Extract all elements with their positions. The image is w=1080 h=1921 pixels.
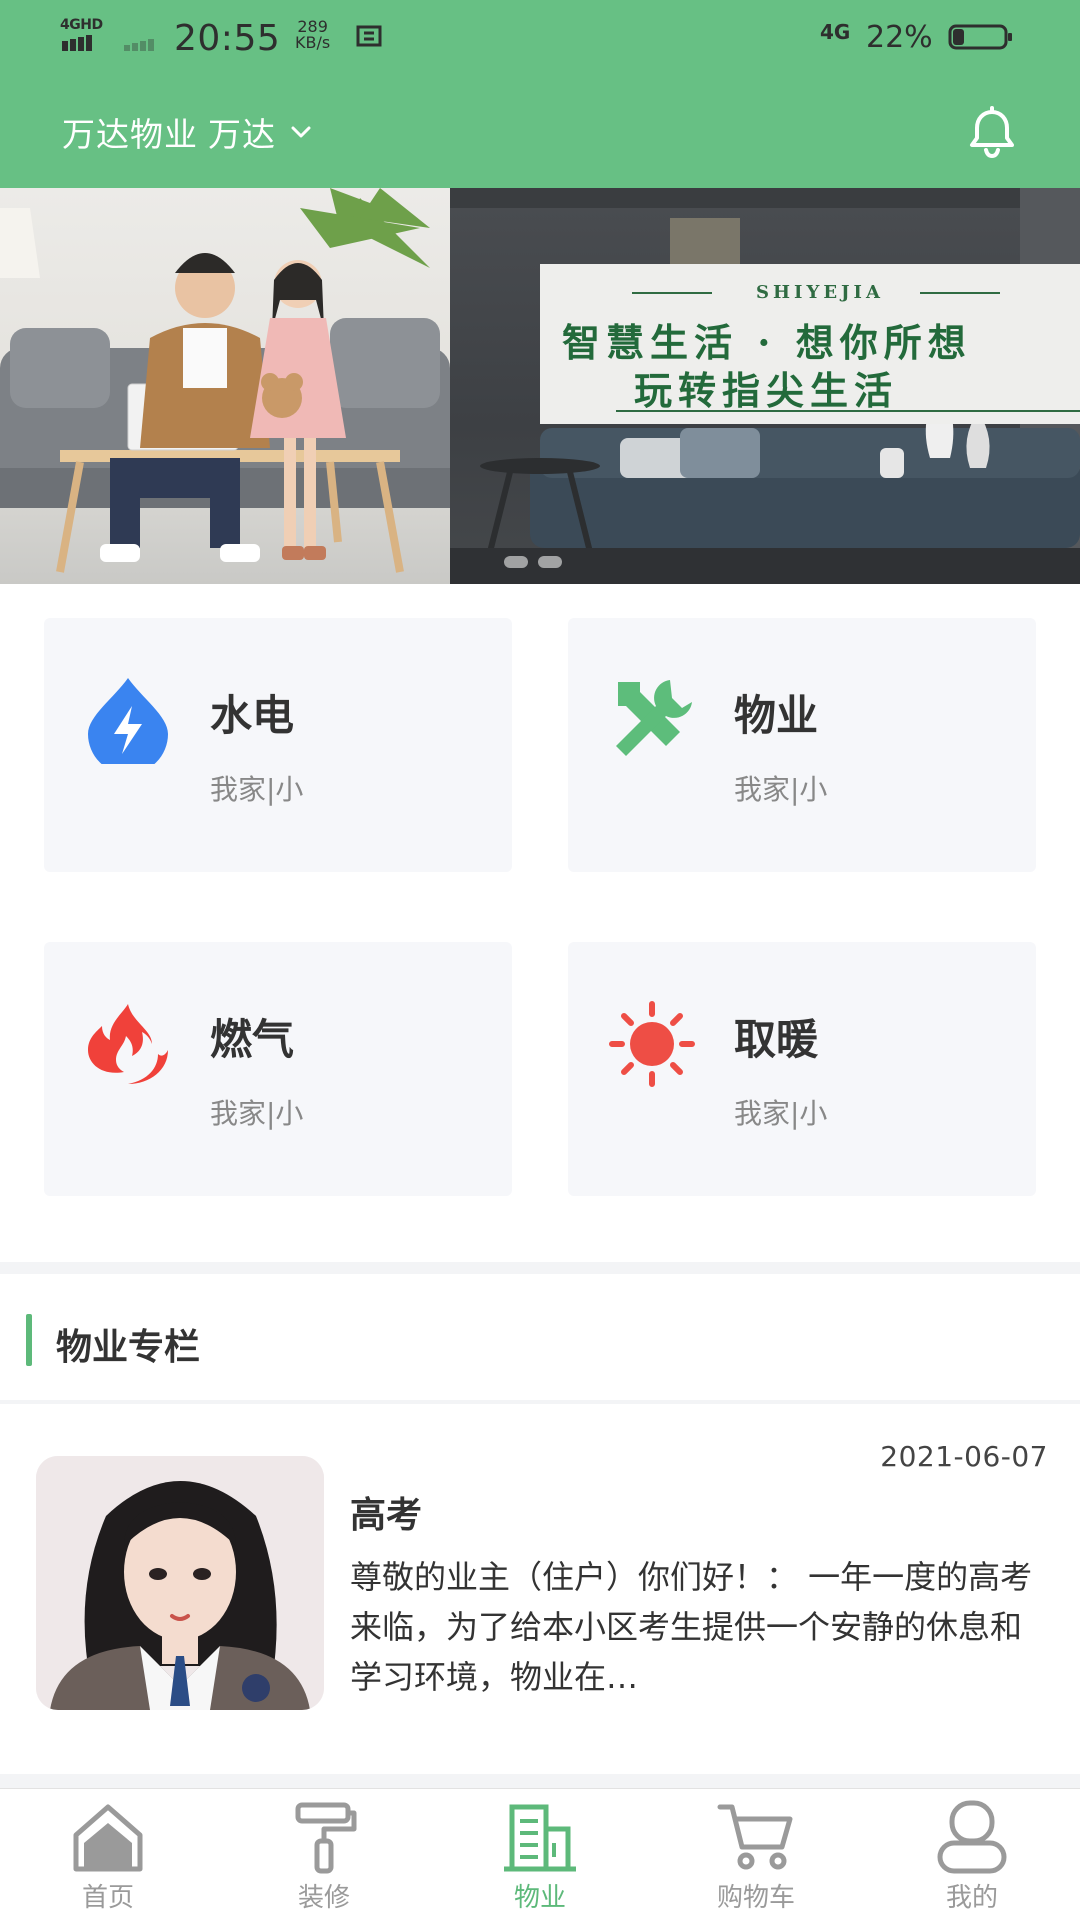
- service-card-water-electric[interactable]: 水电 我家|小: [44, 618, 512, 872]
- flame-icon: [88, 1004, 168, 1084]
- article-item[interactable]: 2021-06-07 高考 尊敬的业主（住户）你们好！： 一年一度的高考来临，为…: [0, 1404, 1080, 1774]
- service-subtitle: 我家|小: [210, 773, 304, 806]
- building-icon: [504, 1804, 576, 1872]
- tab-label: 我的: [945, 1883, 998, 1913]
- tools-icon: [616, 680, 692, 756]
- service-subtitle: 我家|小: [210, 1097, 304, 1130]
- banner-sign-line1: 智慧生活 · 想你所想: [562, 320, 972, 365]
- app-header: 4GHD 20:55 289 KB/s 4G 22% 万达物业 万达: [0, 0, 1080, 188]
- chevron-down-icon: [291, 126, 311, 138]
- family-photo-illustration: [0, 188, 450, 573]
- tab-home[interactable]: 首页: [0, 1789, 216, 1921]
- company-name: 万达物业: [62, 115, 198, 154]
- article-title: 高考: [350, 1495, 423, 1536]
- tab-decoration[interactable]: 装修: [216, 1789, 432, 1921]
- service-title: 取暖: [734, 1015, 819, 1064]
- tab-label: 购物车: [716, 1883, 795, 1913]
- carousel-indicator: [504, 556, 562, 568]
- sun-icon: [609, 1001, 695, 1087]
- girl-avatar-illustration: [36, 1456, 324, 1710]
- promo-banner-carousel[interactable]: SHIYEJIA 智慧生活 · 想你所想 玩转指尖生活: [0, 188, 1080, 584]
- banner-sign-en: SHIYEJIA: [756, 282, 884, 303]
- service-title: 物业: [734, 691, 819, 740]
- battery-icon: [948, 24, 1012, 50]
- banner-slide-family[interactable]: [0, 188, 450, 584]
- cart-icon: [717, 1804, 793, 1870]
- service-subtitle: 我家|小: [734, 1097, 828, 1130]
- service-title: 水电: [210, 691, 295, 740]
- service-title: 燃气: [210, 1015, 295, 1064]
- battery-percent: 22%: [866, 20, 933, 55]
- tab-label: 首页: [81, 1883, 134, 1913]
- tab-label: 物业: [513, 1883, 566, 1913]
- signal-icon: [62, 33, 162, 51]
- section-title: 物业专栏: [56, 1327, 201, 1368]
- status-bar: 4GHD 20:55 289 KB/s 4G 22%: [0, 0, 1080, 80]
- home-icon: [73, 1804, 143, 1872]
- network-speed: 289 KB/s: [295, 19, 330, 51]
- carousel-dot[interactable]: [504, 556, 528, 568]
- service-card-gas[interactable]: 燃气 我家|小: [44, 942, 512, 1196]
- screenshot-icon: [356, 25, 382, 47]
- community-name: 万达: [208, 115, 276, 154]
- speed-unit: KB/s: [295, 33, 331, 52]
- tab-property[interactable]: 物业: [432, 1789, 648, 1921]
- tab-label: 装修: [297, 1883, 350, 1913]
- tab-mine[interactable]: 我的: [864, 1789, 1080, 1921]
- article-date: 2021-06-07: [880, 1440, 1048, 1473]
- article-excerpt: 尊敬的业主（住户）你们好！： 一年一度的高考来临，为了给本小区考生提供一个安静的…: [350, 1558, 1033, 1696]
- service-card-heating[interactable]: 取暖 我家|小: [568, 942, 1036, 1196]
- section-separator: [0, 1262, 1080, 1274]
- service-subtitle: 我家|小: [734, 773, 828, 806]
- tabbar-separator: [0, 1774, 1080, 1788]
- property-column-header: 物业专栏: [0, 1274, 1080, 1400]
- user-icon: [937, 1800, 1007, 1874]
- service-card-property[interactable]: 物业 我家|小: [568, 618, 1036, 872]
- banner-slide-smart-life[interactable]: SHIYEJIA 智慧生活 · 想你所想 玩转指尖生活: [450, 188, 1080, 584]
- paint-roller-icon: [295, 1802, 357, 1874]
- bell-icon[interactable]: [964, 104, 1020, 160]
- article-thumbnail: [36, 1456, 324, 1710]
- network-label: 4GHD: [60, 17, 103, 33]
- bottom-tab-bar: 首页 装修 物业 购物车 我的: [0, 1788, 1080, 1921]
- community-selector[interactable]: 万达物业 万达: [62, 108, 312, 156]
- network-type: 4G: [820, 20, 851, 44]
- section-accent-bar: [26, 1314, 32, 1366]
- water-electric-icon: [88, 678, 168, 764]
- status-time: 20:55: [174, 18, 281, 59]
- carousel-dot[interactable]: [538, 556, 562, 568]
- banner-sign-line2: 玩转指尖生活: [634, 368, 899, 413]
- tab-cart[interactable]: 购物车: [648, 1789, 864, 1921]
